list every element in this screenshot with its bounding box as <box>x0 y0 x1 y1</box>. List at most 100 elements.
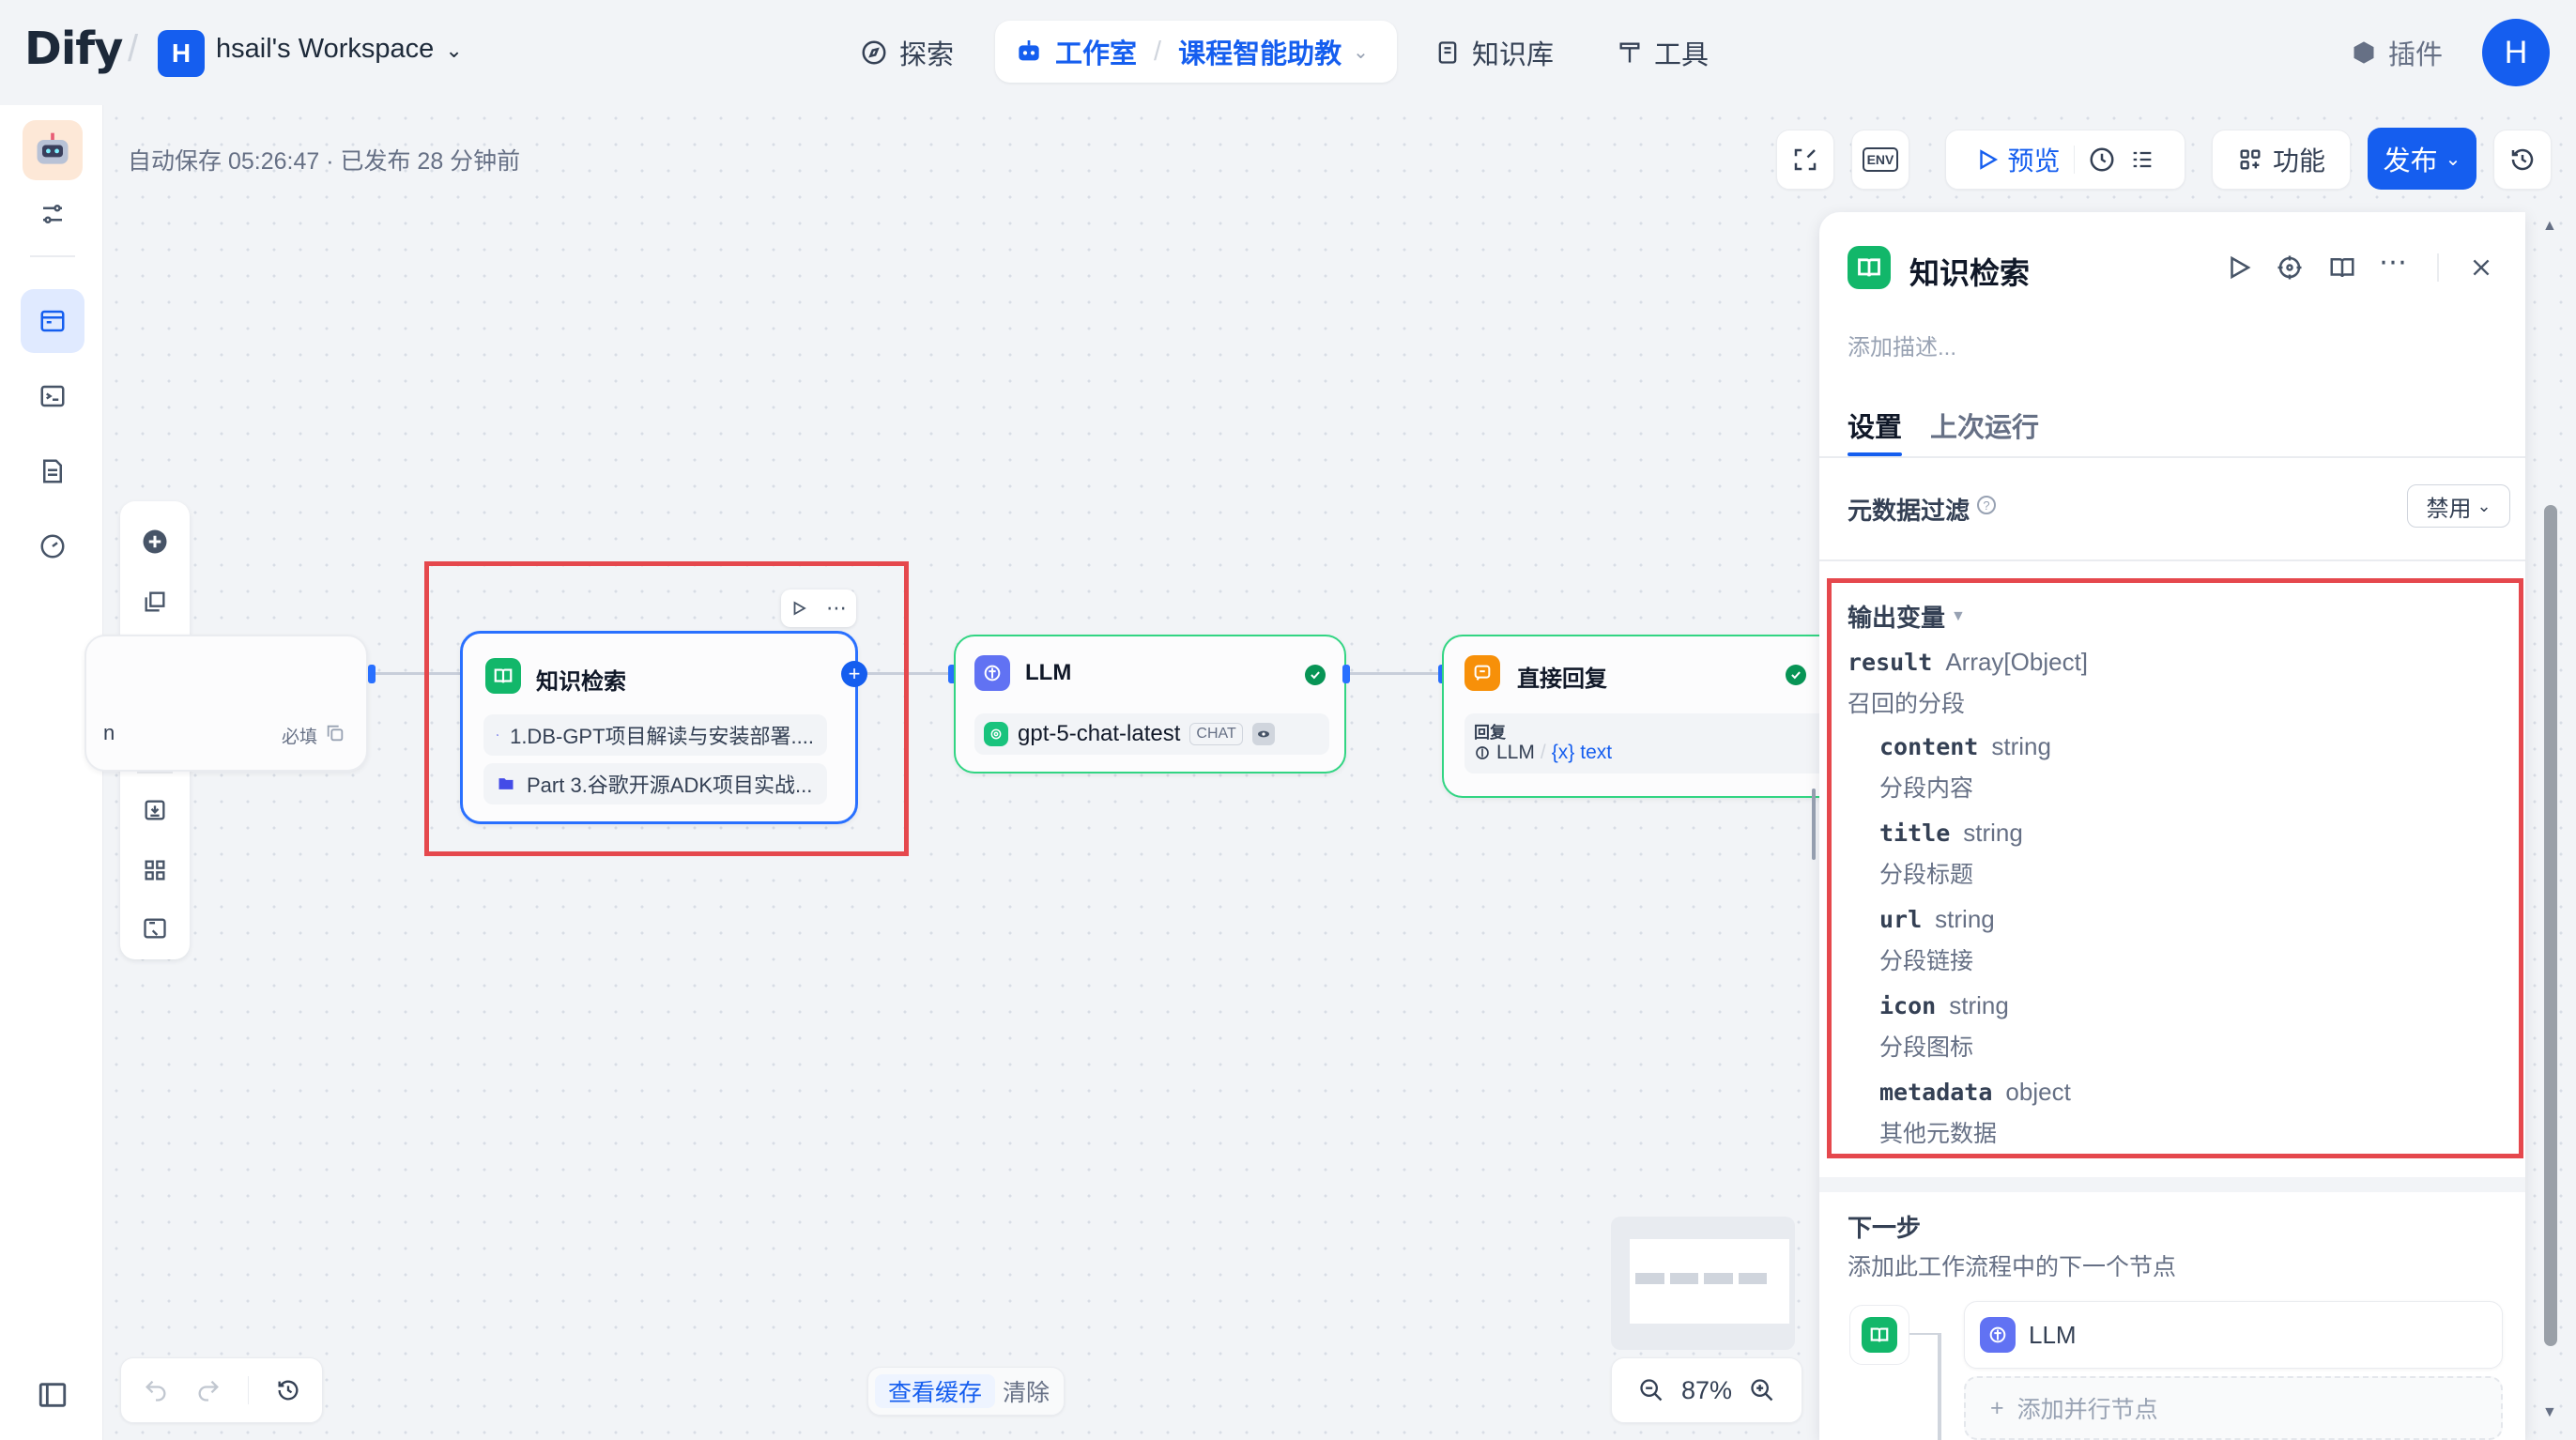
checklist-button[interactable] <box>1776 130 1834 190</box>
history-icon[interactable] <box>275 1377 301 1403</box>
rail-orchestrate[interactable] <box>21 289 84 353</box>
panel-resize-handle[interactable] <box>1812 789 1816 860</box>
answer-node[interactable]: 直接回复 回复 LLM / {x} text <box>1442 635 1827 798</box>
add-parallel-label: 添加并行节点 <box>2016 1397 2158 1423</box>
add-node-icon[interactable] <box>130 516 180 567</box>
scroll-up-arrow-icon[interactable]: ▲ <box>2542 218 2557 235</box>
start-node[interactable]: n 必填 <box>84 635 368 772</box>
organize-blocks-icon[interactable] <box>130 845 180 896</box>
crosshair-icon[interactable] <box>2276 253 2304 282</box>
var-source: LLM <box>1496 742 1535 763</box>
help-book-icon[interactable] <box>2328 253 2356 282</box>
top-bar: Dify / H hsail's Workspace ⌄ 探索 工作室 / 课程… <box>0 0 2576 105</box>
llm-node-icon <box>974 655 1010 691</box>
variable-icon: {x} <box>1551 742 1575 763</box>
env-icon: ENV <box>1862 147 1899 172</box>
version-history-button[interactable] <box>2493 130 2552 190</box>
run-node-icon[interactable] <box>790 600 807 617</box>
llm-model-name: gpt-5-chat-latest <box>1018 721 1181 746</box>
book-open-icon <box>494 668 513 683</box>
metadata-filter-select[interactable]: 禁用 ⌄ <box>2407 484 2510 528</box>
app-name[interactable]: 课程智能助教 <box>1178 32 1342 71</box>
panel-node-icon <box>1848 246 1891 289</box>
help-circle-icon[interactable]: ? <box>1977 496 1996 514</box>
book-icon <box>1438 41 1457 64</box>
next-node-llm[interactable]: LLM <box>1964 1301 2503 1369</box>
answer-variable-ref: LLM / {x} text <box>1474 742 1612 764</box>
app-robot-icon[interactable] <box>23 120 83 180</box>
sliders-icon[interactable] <box>21 182 84 246</box>
workspace-avatar[interactable]: H <box>158 30 205 77</box>
output-vars-highlight <box>1827 578 2523 1158</box>
features-button[interactable]: 功能 <box>2212 130 2351 190</box>
connector-line <box>1938 1333 1941 1440</box>
run-step-icon[interactable] <box>2225 253 2253 282</box>
preview-button[interactable]: 预览 <box>1975 141 2061 178</box>
hammer-icon <box>1619 42 1640 63</box>
workspace-selector[interactable]: hsail's Workspace ⌄ <box>216 34 463 65</box>
knowledge-dataset-item: Part 3.谷歌开源ADK项目实战... <box>483 763 827 804</box>
panel-title[interactable]: 知识检索 <box>1909 250 2030 293</box>
minimap[interactable] <box>1611 1217 1795 1350</box>
expand-icon <box>1794 148 1817 171</box>
llm-node-source-handle[interactable] <box>1342 665 1350 683</box>
description-input[interactable]: 添加描述... <box>1848 329 1956 361</box>
more-icon[interactable]: ⋯ <box>826 598 847 619</box>
tab-settings[interactable]: 设置 <box>1848 406 1902 445</box>
minimap-nodes <box>1635 1273 1767 1284</box>
nav-knowledge[interactable]: 知识库 <box>1434 28 1554 77</box>
nav-plugins[interactable]: 插件 <box>2351 28 2443 77</box>
start-node-handle[interactable] <box>368 665 376 683</box>
nav-tools[interactable]: 工具 <box>1617 28 1709 77</box>
compass-icon <box>862 40 886 65</box>
zoom-out-icon[interactable] <box>1638 1377 1664 1403</box>
add-next-node-icon[interactable]: + <box>841 661 867 687</box>
env-button[interactable]: ENV <box>1851 130 1909 190</box>
close-icon[interactable] <box>2469 255 2493 280</box>
monitor-gauge-icon[interactable] <box>21 514 84 578</box>
scrollbar-thumb[interactable] <box>2544 505 2557 1346</box>
restore-icon <box>2511 148 2534 171</box>
zoom-level[interactable]: 87% <box>1681 1376 1732 1405</box>
redo-icon[interactable] <box>195 1377 222 1403</box>
llm-node[interactable]: LLM gpt-5-chat-latest CHAT <box>954 635 1346 774</box>
next-step-desc: 添加此工作流程中的下一个节点 <box>1848 1254 2177 1280</box>
add-parallel-node-button[interactable]: + 添加并行节点 <box>1964 1376 2503 1440</box>
export-image-icon[interactable] <box>130 785 180 835</box>
current-node-chip <box>1849 1305 1909 1365</box>
add-note-icon[interactable] <box>130 576 180 627</box>
metadata-filter-label: 元数据过滤 <box>1848 497 1970 525</box>
model-mode-tag: CHAT <box>1189 723 1243 745</box>
zoom-in-icon[interactable] <box>1749 1377 1775 1403</box>
divider: / <box>1154 36 1162 67</box>
publish-button[interactable]: 发布 ⌄ <box>2368 128 2476 190</box>
checklist-icon[interactable] <box>2129 146 2155 173</box>
logs-icon[interactable] <box>21 439 84 503</box>
nav-explore-label: 探索 <box>899 40 955 70</box>
clear-cache-button[interactable]: 清除 <box>995 1374 1057 1408</box>
terminal-icon[interactable] <box>21 364 84 428</box>
undo-icon[interactable] <box>143 1377 169 1403</box>
dify-logo[interactable]: Dify <box>24 23 123 75</box>
llm-model-chip: gpt-5-chat-latest CHAT <box>974 713 1329 755</box>
var-name: text <box>1580 742 1613 763</box>
history-clock-icon[interactable] <box>2088 146 2116 174</box>
scroll-down-arrow-icon[interactable]: ▼ <box>2542 1404 2557 1421</box>
user-avatar[interactable]: H <box>2482 19 2550 86</box>
nav-plugins-label: 插件 <box>2388 40 2444 70</box>
more-icon[interactable]: ⋯ <box>2379 246 2407 279</box>
minimap-toggle-icon[interactable] <box>130 903 180 954</box>
chevron-down-icon: ⌄ <box>2445 148 2461 170</box>
tab-last-run[interactable]: 上次运行 <box>1930 406 2039 445</box>
nav-explore[interactable]: 探索 <box>860 28 954 77</box>
divider: / <box>128 28 139 69</box>
collapse-sidebar-icon[interactable] <box>21 1363 84 1427</box>
preview-label: 预览 <box>2007 146 2061 176</box>
view-cache-button[interactable]: 查看缓存 <box>874 1374 995 1408</box>
undo-redo-group <box>120 1357 323 1423</box>
knowledge-retrieval-node[interactable]: 知识检索 1.DB-GPT项目解读与安装部署.... Part 3.谷歌开源AD… <box>460 631 858 824</box>
publish-label: 发布 <box>2383 146 2438 176</box>
brain-icon <box>1989 1326 2006 1343</box>
nav-studio[interactable]: 工作室 / 课程智能助教 ⌄ <box>995 21 1397 83</box>
vision-eye-icon <box>1251 723 1275 745</box>
